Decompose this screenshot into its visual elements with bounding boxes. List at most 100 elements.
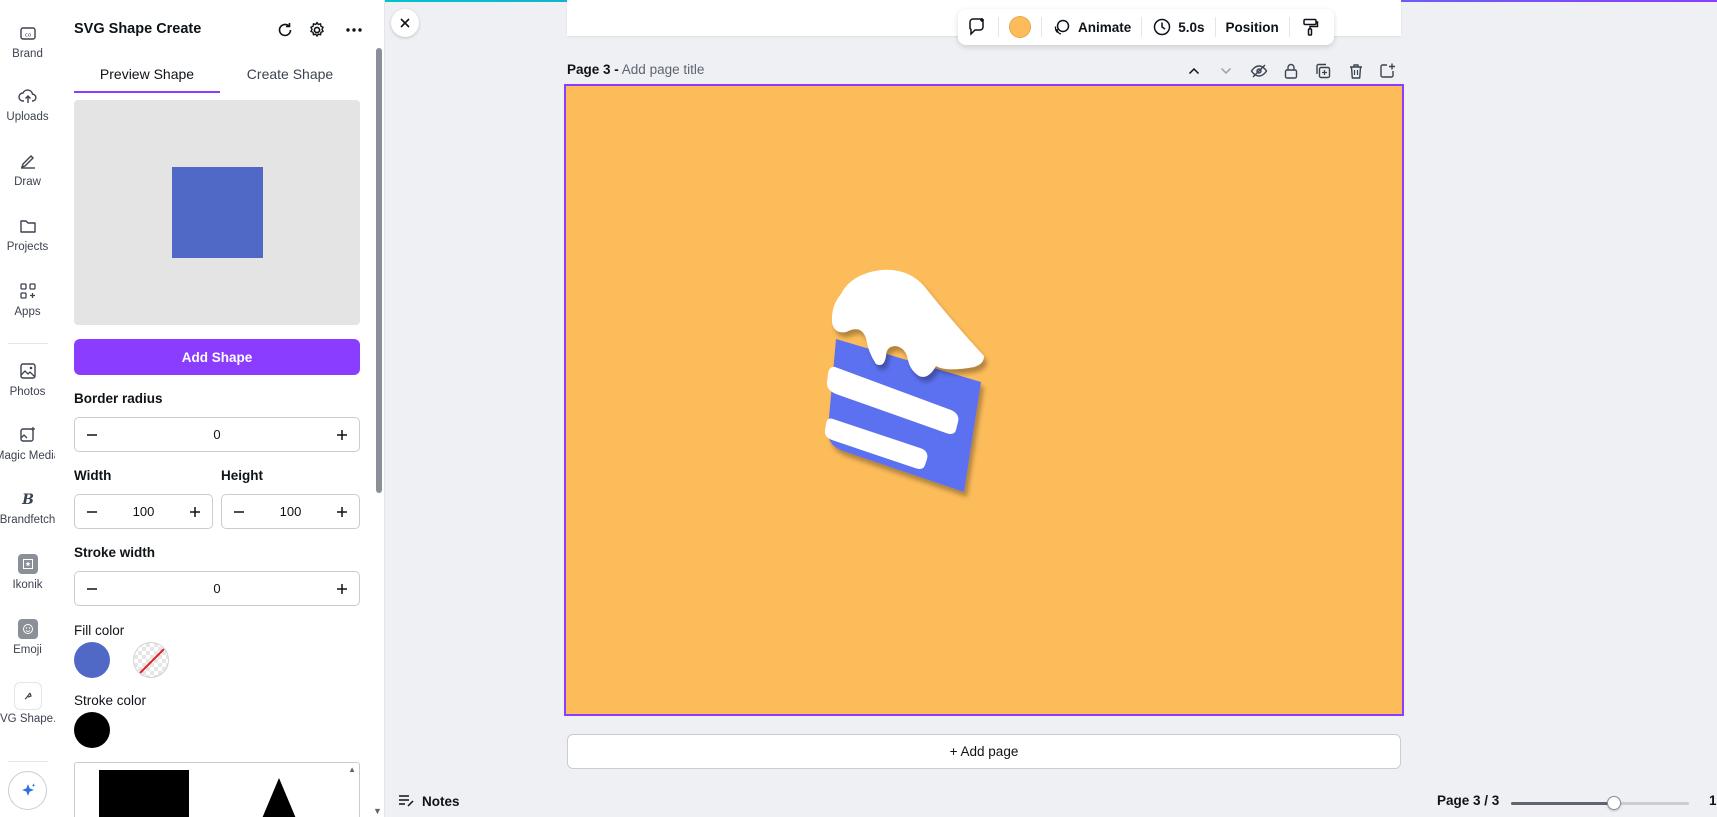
delete-trash-icon[interactable] [1346, 61, 1366, 81]
floating-toolbar: Animate 5.0s Position [958, 9, 1334, 45]
rail-label: Emoji [13, 644, 42, 656]
zoom-slider[interactable] [1511, 796, 1689, 810]
rail-draw[interactable]: Draw [0, 150, 55, 188]
toolbar-divider [998, 17, 999, 37]
rail-label: Projects [6, 241, 49, 253]
animate-button[interactable]: Animate [1052, 17, 1131, 37]
settings-gear-icon[interactable] [305, 18, 329, 42]
hide-page-eye-icon[interactable] [1249, 61, 1269, 81]
paint-roller-icon [1303, 18, 1319, 36]
add-page-button[interactable]: + Add page [567, 734, 1401, 769]
rail-emoji[interactable]: Emoji [0, 618, 55, 656]
shape-gallery[interactable]: ▲ [74, 762, 360, 817]
toolbar-divider [1214, 17, 1216, 37]
rail-brand[interactable]: co Brand [0, 22, 55, 60]
height-stepper[interactable]: 100 [221, 494, 360, 529]
shape-preview [74, 100, 360, 325]
toolbar-divider [1041, 17, 1042, 37]
copy-style-button[interactable] [1300, 17, 1320, 37]
ikonik-icon [17, 553, 39, 575]
rail-label: Magic Media [0, 450, 61, 462]
minus-icon[interactable] [83, 426, 101, 444]
rail-label: Photos [9, 386, 46, 398]
minus-icon[interactable] [83, 580, 101, 598]
notes-button[interactable]: Notes [397, 793, 460, 809]
plus-icon[interactable] [333, 426, 351, 444]
add-shape-button[interactable]: Add Shape [74, 339, 360, 375]
design-canvas[interactable] [564, 84, 1404, 716]
comment-add-icon [969, 18, 984, 36]
zoom-value[interactable]: 1 [1709, 793, 1717, 808]
page-up-chevron-icon[interactable] [1184, 61, 1204, 81]
page-counter[interactable]: Page 3 / 3 [1437, 793, 1499, 808]
zoom-thumb[interactable] [1607, 796, 1622, 810]
position-button[interactable]: Position [1226, 20, 1279, 35]
width-stepper[interactable]: 100 [74, 494, 213, 529]
rail-brandfetch[interactable]: B Brandfetch [0, 488, 55, 526]
panel-scrollbar[interactable] [376, 48, 382, 493]
cake-slice-graphic[interactable] [816, 264, 1016, 524]
page-label: Page 3 - Add page title [567, 62, 704, 77]
stroke-width-stepper[interactable]: 0 [74, 571, 360, 606]
page-down-chevron-icon[interactable] [1216, 61, 1236, 81]
plus-icon[interactable] [186, 503, 204, 521]
app-panel: SVG Shape Create Preview Shape Create Sh… [55, 0, 385, 817]
minus-icon[interactable] [83, 503, 101, 521]
width-value[interactable]: 100 [101, 504, 186, 519]
border-radius-label: Border radius [74, 391, 163, 406]
rail-photos[interactable]: Photos [0, 360, 55, 398]
pen-icon [17, 150, 39, 172]
minus-icon[interactable] [230, 503, 248, 521]
emoji-icon [17, 618, 39, 640]
tab-create-shape[interactable]: Create Shape [217, 66, 363, 91]
square-shape-option[interactable] [99, 770, 189, 817]
add-page-icon[interactable] [1377, 61, 1397, 81]
border-radius-value[interactable]: 0 [101, 427, 333, 442]
plus-icon[interactable] [333, 503, 351, 521]
page-title-input[interactable]: Add page title [622, 62, 705, 77]
duration-button[interactable]: 5.0s [1152, 17, 1205, 37]
border-radius-stepper[interactable]: 0 [74, 417, 360, 452]
scroll-up-arrow-icon[interactable]: ▲ [348, 765, 356, 774]
cloud-upload-icon [17, 85, 39, 107]
stroke-color-label: Stroke color [74, 693, 147, 708]
stroke-color-swatch[interactable] [74, 712, 110, 748]
clock-icon [1154, 18, 1171, 36]
background-color-button[interactable] [1009, 16, 1031, 38]
rail-label: Brandfetch [0, 514, 56, 526]
rail-svg-shape[interactable]: SVG Shape... [0, 683, 63, 725]
rail-apps[interactable]: Apps [0, 280, 55, 318]
duration-label: 5.0s [1178, 19, 1205, 35]
refresh-icon[interactable] [273, 18, 297, 42]
notes-icon [399, 795, 414, 807]
close-panel-button[interactable] [391, 9, 419, 37]
more-options-icon[interactable] [342, 18, 366, 42]
tab-preview-shape[interactable]: Preview Shape [74, 66, 220, 93]
rail-uploads[interactable]: Uploads [0, 85, 55, 123]
triangle-shape-option[interactable] [258, 778, 300, 817]
svg-shape-app-icon [14, 683, 41, 709]
no-fill-swatch[interactable] [133, 642, 169, 678]
rail-projects[interactable]: Projects [0, 215, 55, 253]
close-icon [400, 18, 410, 28]
sparkle-icon [21, 783, 35, 796]
scroll-down-arrow-icon[interactable]: ▼ [373, 806, 382, 816]
apps-grid-icon [17, 280, 39, 302]
magic-assistant-button[interactable] [8, 771, 47, 810]
no-color-slash-icon [139, 648, 165, 674]
notes-label: Notes [422, 793, 460, 809]
comment-button[interactable] [966, 16, 988, 38]
duplicate-page-icon[interactable] [1313, 61, 1333, 81]
fill-color-swatch[interactable] [74, 642, 110, 678]
plus-icon[interactable] [333, 580, 351, 598]
rail-label: Uploads [6, 111, 49, 123]
rail-ikonik[interactable]: Ikonik [0, 553, 55, 591]
brand-icon: co [17, 22, 39, 44]
stroke-width-value[interactable]: 0 [101, 581, 333, 596]
zoom-fill [1511, 802, 1615, 805]
toolbar-divider [1141, 17, 1143, 37]
toolbar-divider [1288, 17, 1290, 37]
height-value[interactable]: 100 [248, 504, 333, 519]
lock-icon[interactable] [1281, 61, 1301, 81]
rail-magic-media[interactable]: Magic Media [0, 424, 60, 462]
